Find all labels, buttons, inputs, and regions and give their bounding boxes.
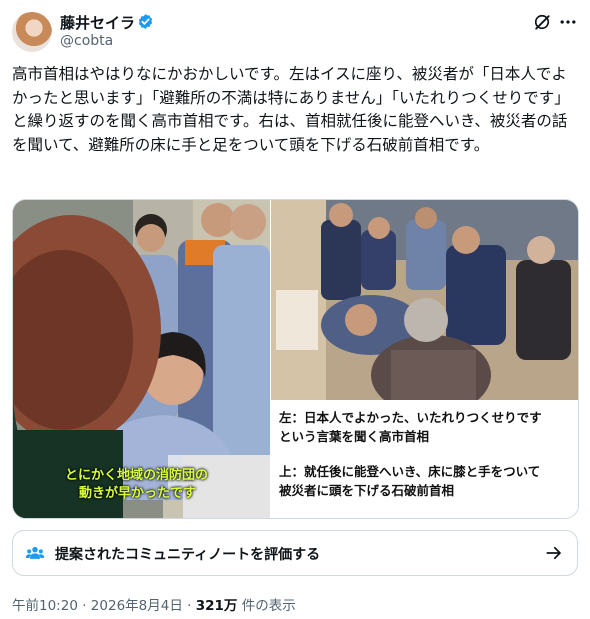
caption-right-line2: 被災者に頭を下げる石破前首相 <box>279 483 455 498</box>
tweet-text: 高市首相はやはりなにかおかしいです。左はイスに座り、被災者が「日本人でよかったと… <box>12 65 570 154</box>
right-photo <box>271 200 578 400</box>
tweet-metadata: 午前10:20 · 2026年8月4日 · 321万 件の表示 <box>12 594 296 614</box>
caption-left-line2: という言葉を聞く高市首相 <box>279 429 430 444</box>
caption-right-line1: 上：就任後に能登へいき、床に膝と手をついて <box>279 464 541 479</box>
more-options-icon[interactable] <box>558 12 578 32</box>
meta-separator: · <box>82 598 87 614</box>
user-handle[interactable]: @cobta <box>60 33 113 49</box>
meta-separator-2: · <box>187 598 192 614</box>
image-caption: 左：日本人でよかった、いたれりつくせりです という言葉を聞く高市首相 上：就任後… <box>271 400 578 518</box>
display-name[interactable]: 藤井セイラ <box>60 12 135 33</box>
community-note-label: 提案されたコミュニティノートを評価する <box>55 547 321 563</box>
tweet-media[interactable]: とにかく地域の消防団の 動きが早かったです 左：日本人でよかった、いたれりつくせ… <box>12 199 579 519</box>
views-label: 件の表示 <box>241 598 296 614</box>
video-subtitle-2: 動きが早かったです <box>79 486 197 501</box>
grok-icon[interactable] <box>532 12 552 32</box>
community-note-button[interactable]: 提案されたコミュニティノートを評価する <box>12 530 578 576</box>
people-icon <box>25 546 45 559</box>
post-time[interactable]: 午前10:20 <box>12 598 78 614</box>
post-date[interactable]: 2026年8月4日 <box>91 598 183 614</box>
tweet-header: 藤井セイラ @cobta <box>12 8 578 54</box>
avatar[interactable] <box>12 12 52 52</box>
caption-left-line1: 左：日本人でよかった、いたれりつくせりです <box>279 410 542 425</box>
verified-badge-icon <box>138 14 153 29</box>
video-subtitle-1: とにかく地域の消防団の <box>65 468 209 483</box>
arrow-right-icon <box>546 546 561 560</box>
views-count: 321万 <box>195 598 238 614</box>
left-photo: とにかく地域の消防団の 動きが早かったです <box>13 200 270 518</box>
